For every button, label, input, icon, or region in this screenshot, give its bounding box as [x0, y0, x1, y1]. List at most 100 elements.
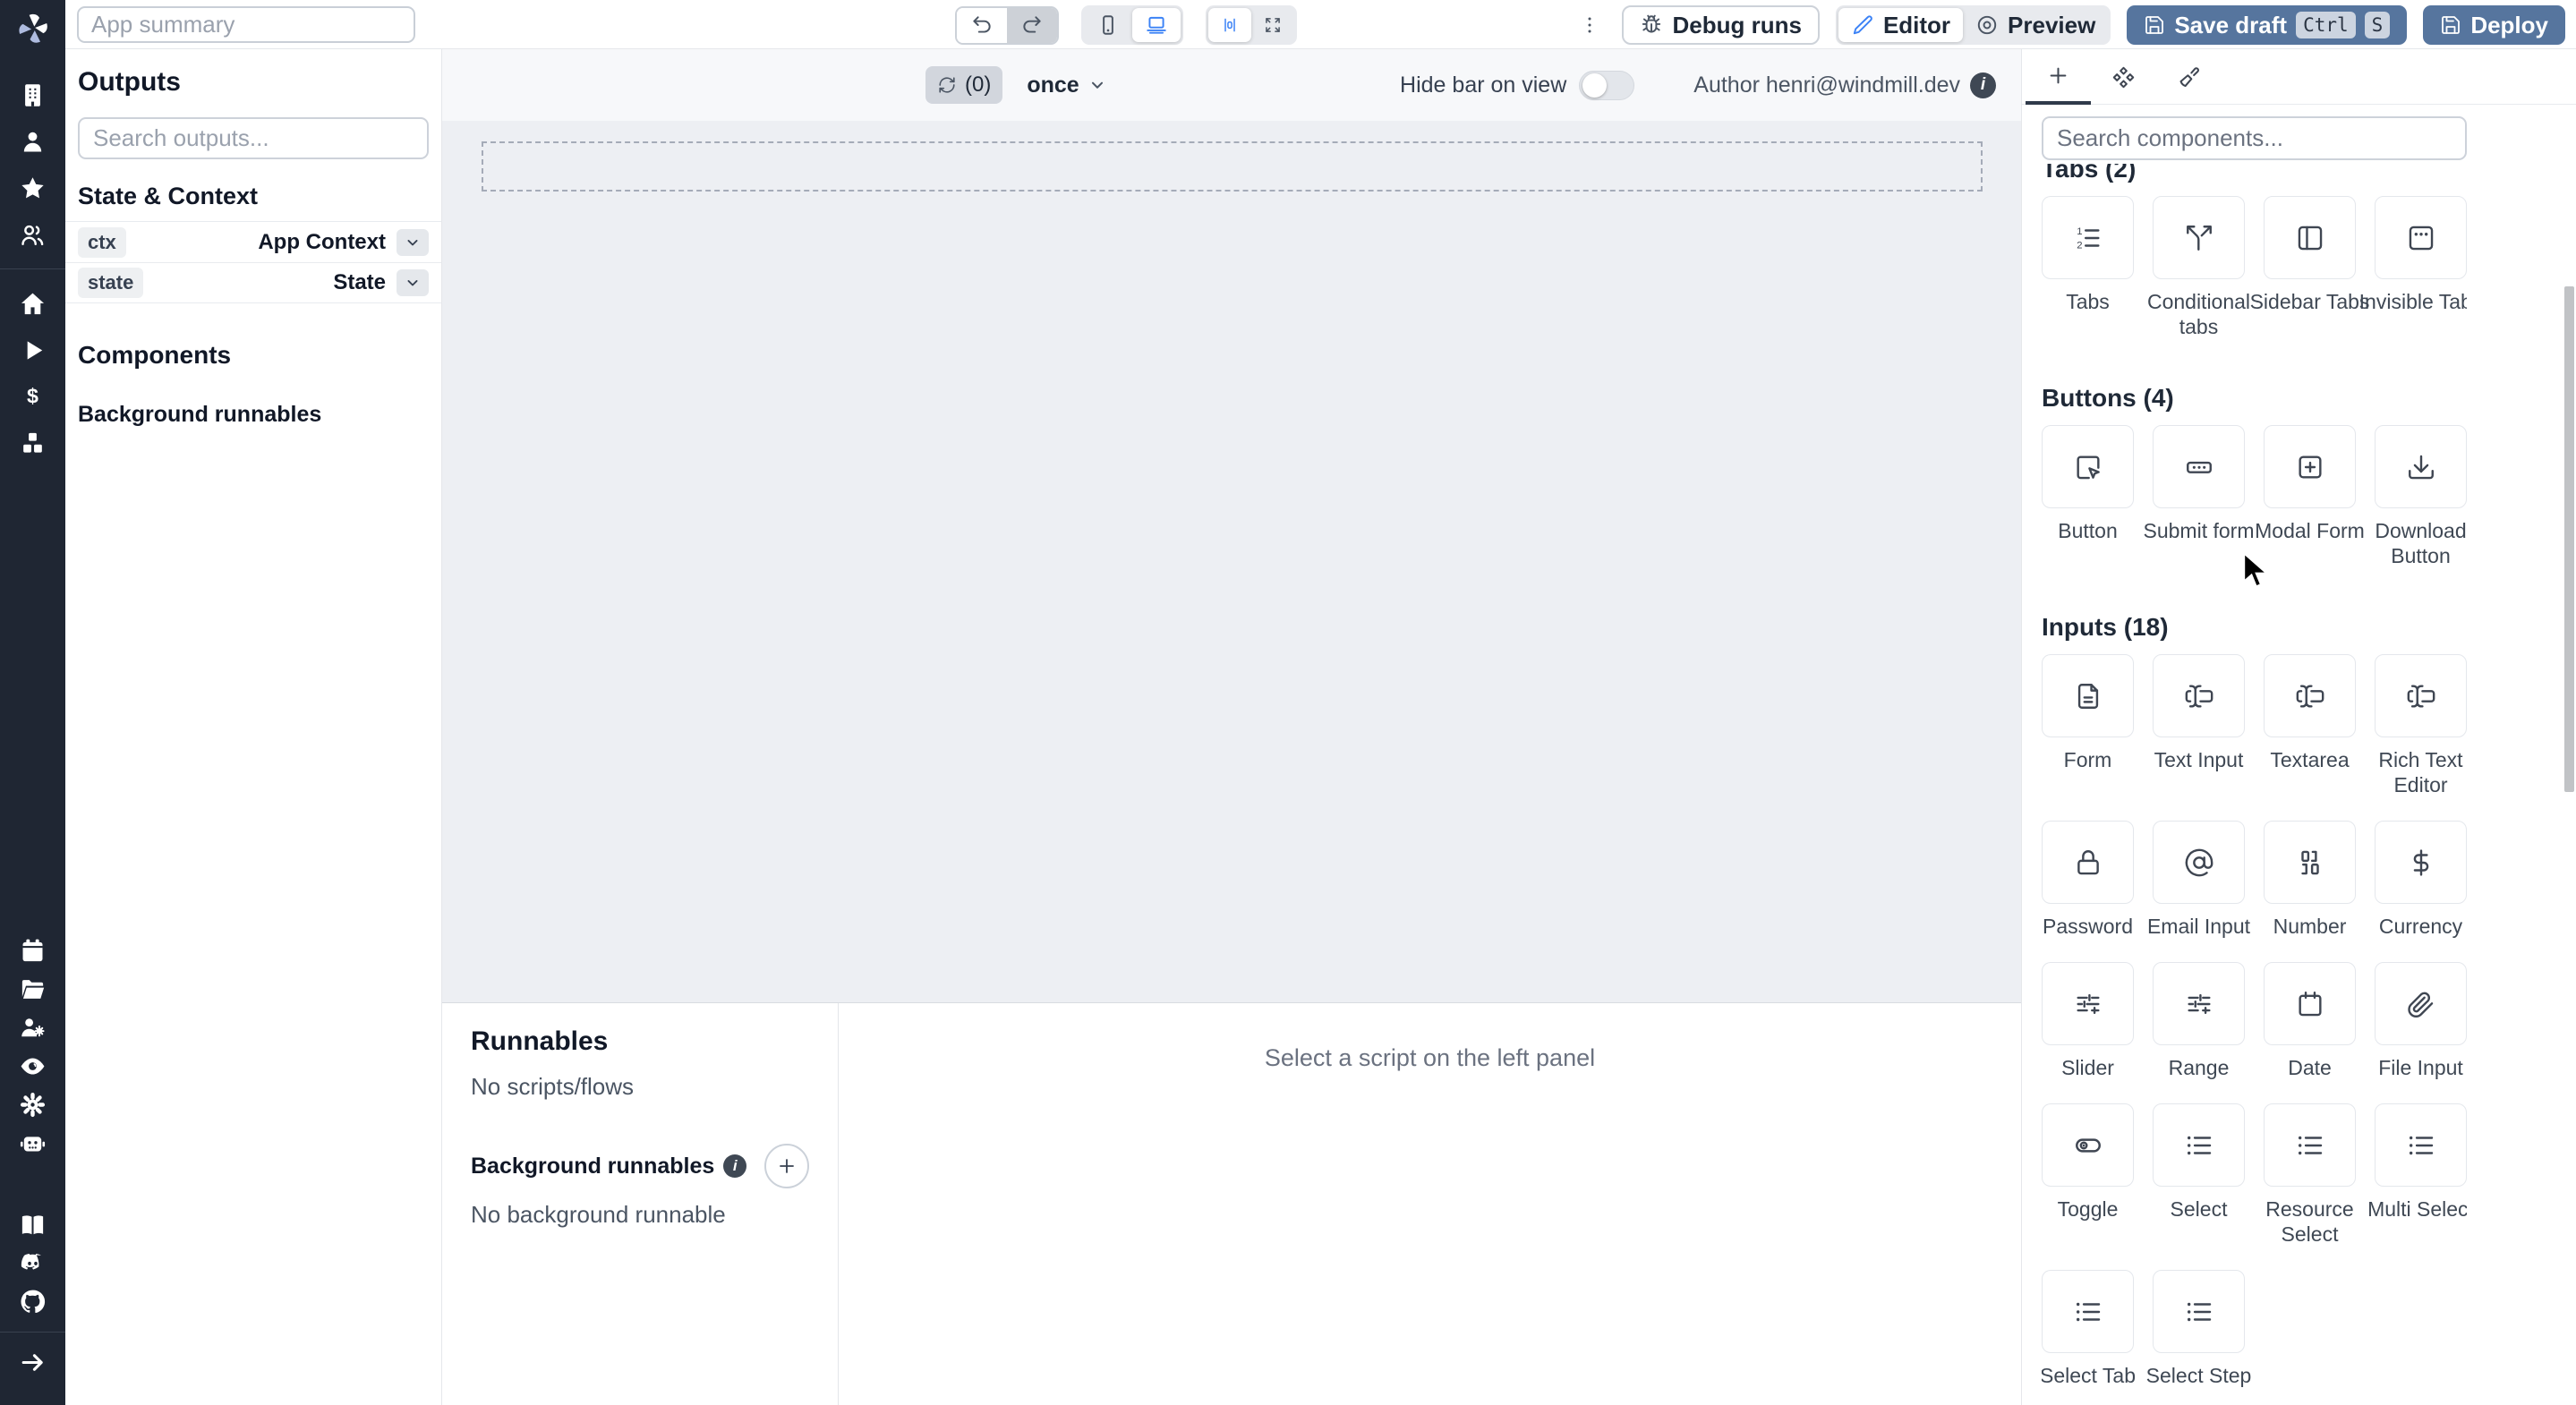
sidebar-item-folder[interactable]: [0, 970, 65, 1009]
sidebar-item-discord[interactable]: [0, 1244, 65, 1282]
empty-component-dropzone[interactable]: [482, 141, 1983, 192]
sidebar-item-dollar[interactable]: [0, 373, 65, 420]
sidebar-item-play[interactable]: [0, 327, 65, 373]
binary-icon: [2295, 847, 2325, 878]
component-card-conditional-tabs[interactable]: Conditional tabs: [2147, 196, 2250, 339]
component-card-button[interactable]: Button: [2042, 425, 2134, 568]
search-outputs-input[interactable]: [78, 117, 429, 159]
plus-icon: [776, 1155, 798, 1177]
sidebar-icons: [0, 72, 65, 1382]
component-card-range[interactable]: Range: [2153, 962, 2245, 1080]
sidebar-item-building[interactable]: [0, 72, 65, 118]
app-summary-input[interactable]: [77, 6, 415, 43]
sidebar-item-cubes[interactable]: [0, 420, 65, 466]
topbar: Debug runs Editor Preview Save draft Ctr…: [65, 0, 2576, 49]
component-card-textarea[interactable]: Textarea: [2264, 654, 2356, 797]
components-title: Components: [78, 341, 232, 369]
sidebar-item-robot[interactable]: [0, 1124, 65, 1162]
refresh-button[interactable]: (0): [925, 66, 1003, 104]
component-card-text-input[interactable]: Text Input: [2153, 654, 2245, 797]
split-icon: [2184, 223, 2214, 253]
sidebar-item-calendar-filled[interactable]: [0, 932, 65, 970]
undo-button[interactable]: [957, 7, 1007, 43]
sidebar-item-eye[interactable]: [0, 1047, 65, 1086]
undo-redo-group: [955, 5, 1059, 45]
sidebar-item-star[interactable]: [0, 165, 65, 211]
component-card-currency[interactable]: Currency: [2375, 821, 2467, 939]
components-scrollbar-thumb[interactable]: [2564, 286, 2574, 792]
text-cursor-input-icon: [2406, 681, 2436, 711]
interval-select[interactable]: once: [1027, 72, 1106, 98]
component-card-multi-select[interactable]: Multi Select: [2367, 1103, 2467, 1247]
sidebar-item-users-gear[interactable]: [0, 1009, 65, 1047]
desktop-view-button[interactable]: [1132, 8, 1181, 42]
sidebar-item-arrow-right[interactable]: [0, 1343, 65, 1382]
fullscreen-button[interactable]: [1251, 8, 1294, 42]
component-label: Download Button: [2375, 519, 2467, 567]
state-context-title: State & Context: [78, 183, 259, 209]
ellipsis-vertical-icon: [1578, 13, 1601, 37]
component-card-select-tab[interactable]: Select Tab: [2042, 1270, 2136, 1388]
component-card-email-input[interactable]: Email Input: [2147, 821, 2250, 939]
sidebar-item-users[interactable]: [0, 211, 65, 258]
tab-editor[interactable]: Editor: [1838, 8, 1964, 42]
save-draft-button[interactable]: Save draft Ctrl S: [2127, 5, 2408, 45]
panel-tab-plus[interactable]: [2026, 49, 2091, 105]
runnables-title: Runnables: [471, 1026, 609, 1056]
component-card-resource-select[interactable]: Resource Select: [2264, 1103, 2356, 1247]
hide-bar-toggle[interactable]: [1579, 70, 1635, 100]
sidebar-item-book[interactable]: [0, 1205, 65, 1244]
interval-value: once: [1027, 72, 1079, 98]
component-card-form[interactable]: Form: [2042, 654, 2134, 797]
component-card-file-input[interactable]: File Input: [2375, 962, 2467, 1080]
sidebar-item-gear[interactable]: [0, 1086, 65, 1124]
search-components-input[interactable]: [2042, 116, 2467, 160]
component-card-modal-form[interactable]: Modal Form: [2255, 425, 2365, 568]
deploy-button[interactable]: Deploy: [2423, 5, 2565, 45]
tab-preview[interactable]: Preview: [1963, 8, 2108, 42]
component-card-rich-text-editor[interactable]: Rich Text Editor: [2375, 654, 2467, 797]
panel-tab-component[interactable]: [2091, 49, 2156, 105]
ctx-expand-button[interactable]: [397, 228, 429, 256]
robot-icon: [19, 1129, 47, 1157]
mobile-view-button[interactable]: [1084, 8, 1132, 42]
component-card-number[interactable]: Number: [2264, 821, 2356, 939]
component-label: File Input: [2378, 1056, 2463, 1079]
component-card-toggle[interactable]: Toggle: [2042, 1103, 2134, 1247]
component-card-date[interactable]: Date: [2264, 962, 2356, 1080]
ctx-key-badge: ctx: [78, 226, 126, 258]
more-menu-button[interactable]: [1574, 6, 1606, 45]
editor-label: Editor: [1882, 11, 1951, 38]
center-content-button[interactable]: [1208, 8, 1251, 42]
state-row-ctx[interactable]: ctx App Context: [65, 221, 441, 262]
info-icon[interactable]: i: [1970, 72, 1996, 98]
info-icon[interactable]: i: [723, 1154, 747, 1178]
component-card-invisible-tabs[interactable]: Invisible Tabs: [2359, 196, 2467, 339]
redo-button[interactable]: [1007, 7, 1057, 43]
submit-form-icon: [2184, 452, 2214, 482]
sidebar-item-home[interactable]: [0, 280, 65, 327]
sidebar-item-github[interactable]: [0, 1282, 65, 1321]
state-expand-button[interactable]: [397, 269, 429, 296]
debug-runs-button[interactable]: Debug runs: [1622, 5, 1820, 45]
sidebar-item-user[interactable]: [0, 118, 65, 165]
component-card-download-button[interactable]: Download Button: [2375, 425, 2467, 568]
component-card-select-step[interactable]: Select Step: [2146, 1270, 2251, 1388]
redo-icon: [1020, 13, 1044, 37]
component-card-slider[interactable]: Slider: [2042, 962, 2134, 1080]
star-icon: [19, 175, 47, 202]
component-card-tabs[interactable]: Tabs: [2042, 196, 2134, 339]
state-row-state[interactable]: state State: [65, 262, 441, 303]
add-background-runnable-button[interactable]: [764, 1144, 809, 1188]
pencil-icon: [1851, 13, 1874, 37]
panel-tab-paintbrush[interactable]: [2156, 49, 2222, 105]
refresh-count: (0): [965, 72, 992, 97]
windmill-logo[interactable]: [13, 9, 53, 48]
component-card-submit-form[interactable]: Submit form: [2144, 425, 2254, 568]
text-cursor-input-icon: [2295, 681, 2325, 711]
component-card-sidebar-tabs[interactable]: Sidebar Tabs: [2250, 196, 2369, 339]
component-card-password[interactable]: Password: [2042, 821, 2134, 939]
folder-icon: [19, 975, 47, 1003]
gear-icon: [19, 1091, 47, 1119]
component-card-select[interactable]: Select: [2153, 1103, 2245, 1247]
